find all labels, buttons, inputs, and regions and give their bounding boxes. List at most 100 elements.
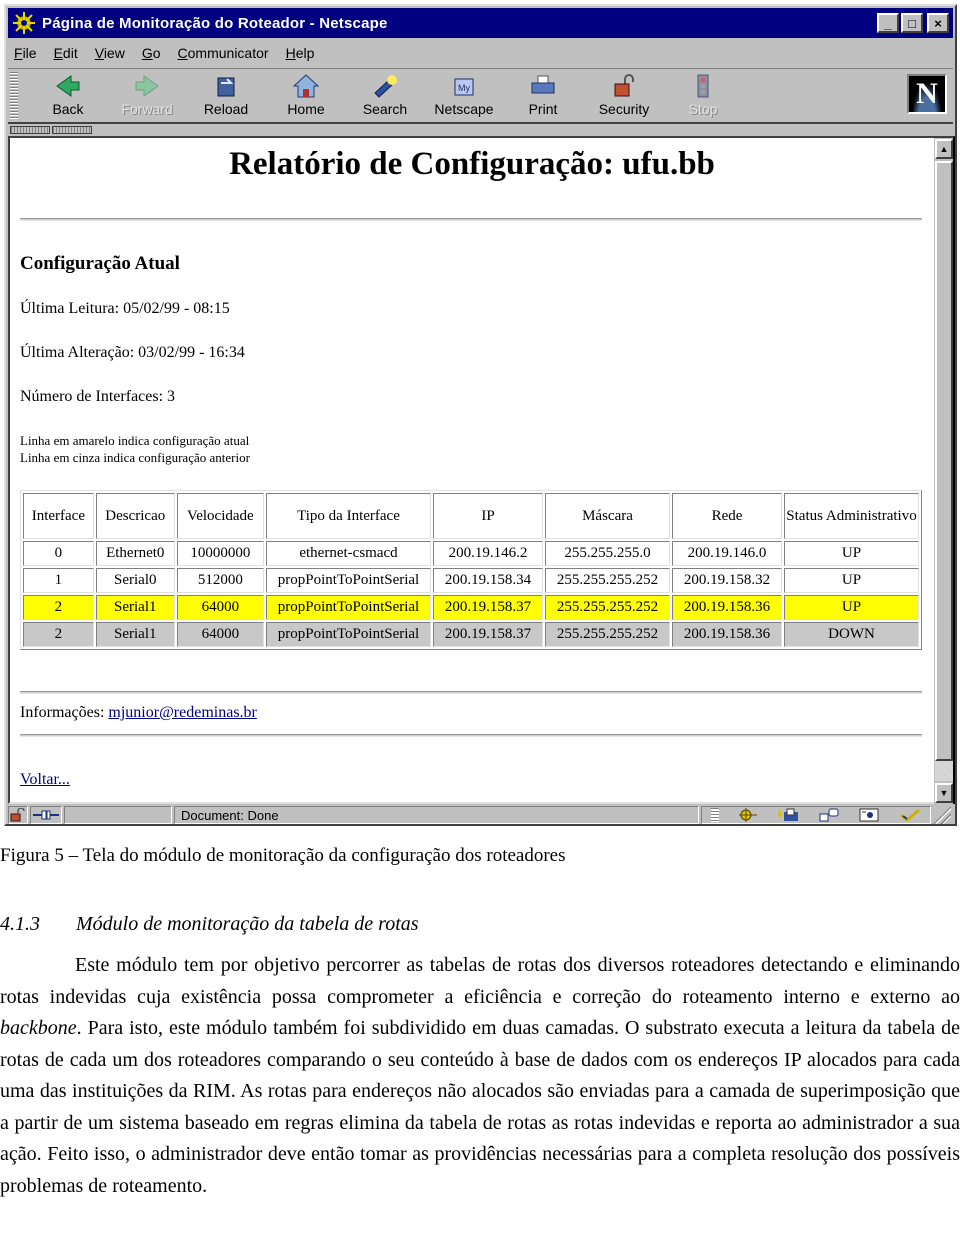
col-header-status: Status Administrativo — [784, 493, 919, 539]
last-change-text: Última Alteração: 03/02/99 - 16:34 — [20, 344, 245, 361]
table-row: 1 Serial0 512000 propPointToPointSerial 200.… — [23, 568, 919, 593]
maximize-button[interactable]: □ — [901, 13, 923, 33]
discussion-groups-icon[interactable] — [818, 808, 840, 822]
scroll-down-button[interactable]: ▼ — [935, 783, 953, 803]
cell-ip: 200.19.146.2 — [433, 541, 543, 566]
scroll-up-button[interactable]: ▲ — [935, 139, 953, 159]
component-bar-grip[interactable] — [711, 808, 720, 822]
close-icon: × — [934, 15, 942, 31]
paragraph-part-2: . Para isto, este módulo também foi subd… — [0, 1017, 960, 1197]
cell-status: DOWN — [784, 622, 919, 647]
back-link[interactable]: Voltar... — [20, 771, 70, 789]
forward-button[interactable]: Forward — [111, 71, 183, 121]
close-button[interactable]: × — [927, 13, 949, 33]
cell-tipo: propPointToPointSerial — [266, 568, 431, 593]
menu-view[interactable]: View — [95, 45, 125, 61]
cell-rede: 200.19.158.32 — [672, 568, 782, 593]
col-header-status-text: Status Administrativo — [786, 508, 917, 524]
col-header-velocidade: Velocidade — [176, 493, 264, 539]
maximize-icon: □ — [908, 15, 916, 31]
arrow-up-icon: ▲ — [939, 144, 949, 154]
home-icon — [292, 74, 320, 98]
col-header-mascara: Máscara — [545, 493, 670, 539]
cell-descricao: Serial0 — [95, 568, 175, 593]
cell-rede: 200.19.158.36 — [672, 622, 782, 647]
cell-descricao: Serial1 — [95, 622, 175, 647]
resize-grip[interactable] — [933, 806, 951, 824]
cell-status: UP — [784, 595, 919, 620]
security-status[interactable] — [8, 806, 28, 824]
scroll-track[interactable] — [935, 161, 953, 781]
table-header-row: Interface Descricao Velocidade Tipo da I… — [23, 493, 919, 539]
stop-light-icon — [697, 74, 709, 98]
last-read-text: Última Leitura: 05/02/99 - 08:15 — [20, 300, 230, 317]
reload-icon — [217, 77, 235, 97]
back-button[interactable]: Back — [32, 71, 104, 121]
cell-velocidade: 512000 — [176, 568, 264, 593]
security-button[interactable]: Security — [588, 71, 660, 121]
menu-help-rest: elp — [295, 45, 315, 61]
composer-icon[interactable] — [858, 808, 880, 822]
cell-tipo: propPointToPointSerial — [266, 595, 431, 620]
vertical-scrollbar[interactable]: ▲ ▼ — [934, 136, 955, 804]
stop-button[interactable]: Stop — [667, 71, 739, 121]
paragraph-part-1: Este módulo tem por objetivo percorrer a… — [0, 954, 960, 1008]
menu-communicator-rest: ommunicator — [187, 45, 269, 61]
cell-velocidade: 10000000 — [176, 541, 264, 566]
printer-icon — [531, 75, 555, 94]
collapsed-tab-2[interactable] — [52, 126, 92, 134]
reload-button[interactable]: Reload — [190, 71, 262, 121]
cell-descricao: Ethernet0 — [95, 541, 175, 566]
title-bar[interactable]: Página de Monitoração do Roteador - Nets… — [8, 8, 953, 38]
cell-status: UP — [784, 568, 919, 593]
connection-status[interactable] — [30, 806, 62, 824]
table-row-previous: 2 Serial1 64000 propPointToPointSerial 200.1… — [23, 622, 919, 647]
paragraph-text: Este módulo tem por objetivo percorrer a… — [0, 950, 960, 1202]
interface-count-text: Número de Interfaces: 3 — [20, 388, 176, 405]
search-button[interactable]: Search — [349, 71, 421, 121]
email-link[interactable]: mjunior@redeminas.br — [108, 704, 256, 721]
menu-bar: File Edit View Go Communicator Help — [8, 40, 953, 66]
col-header-interface: Interface — [23, 493, 94, 539]
cell-interface: 2 — [23, 622, 94, 647]
menu-go-rest: o — [152, 45, 161, 61]
home-button[interactable]: Home — [270, 71, 342, 121]
table-body: 0 Ethernet0 10000000 ethernet-csmacd 200.19.… — [23, 541, 919, 647]
scroll-thumb[interactable] — [935, 161, 953, 761]
horizontal-rule — [20, 691, 922, 694]
figure-caption: Figura 5 – Tela do módulo de monitoração… — [0, 845, 566, 866]
forward-arrow-icon — [135, 75, 159, 97]
cell-mascara: 255.255.255.0 — [545, 541, 670, 566]
cell-status: UP — [784, 541, 919, 566]
checkmark-tool-icon[interactable] — [899, 808, 921, 822]
body-paragraph: Este módulo tem por objetivo percorrer a… — [0, 950, 960, 1202]
netscape-logo[interactable]: N — [907, 74, 947, 114]
menu-communicator[interactable]: Communicator — [178, 45, 269, 61]
collapsed-tab-1[interactable] — [10, 126, 50, 134]
section-heading-4-1-3: 4.1.3 Módulo de monitoração da tabela de … — [0, 913, 960, 936]
info-label: Informações: — [20, 704, 109, 721]
menu-help[interactable]: Help — [286, 45, 315, 61]
section-title: Módulo de monitoração da tabela de rotas — [76, 913, 419, 935]
menu-go[interactable]: Go — [142, 45, 161, 61]
browser-window: Página de Monitoração do Roteador - Nets… — [4, 4, 957, 826]
mailbox-icon[interactable] — [777, 808, 800, 822]
status-text: Document: Done — [174, 806, 699, 824]
cell-interface: 1 — [23, 568, 94, 593]
cell-tipo: ethernet-csmacd — [266, 541, 431, 566]
col-header-descricao: Descricao — [95, 493, 175, 539]
toolbar-grip-handle[interactable] — [10, 72, 18, 120]
cell-ip: 200.19.158.34 — [433, 568, 543, 593]
arrow-down-icon: ▼ — [939, 788, 949, 798]
cell-interface: 2 — [23, 595, 94, 620]
progress-bar — [64, 806, 172, 824]
menu-edit[interactable]: Edit — [54, 45, 78, 61]
minimize-icon: _ — [884, 15, 892, 31]
navigator-icon[interactable] — [737, 808, 759, 822]
print-button[interactable]: Print — [507, 71, 579, 121]
back-arrow-icon — [56, 75, 80, 97]
menu-file[interactable]: File — [14, 45, 37, 61]
netscape-app-icon[interactable] — [12, 11, 36, 35]
minimize-button[interactable]: _ — [877, 13, 899, 33]
netscape-button[interactable]: My Netscape — [428, 71, 500, 121]
